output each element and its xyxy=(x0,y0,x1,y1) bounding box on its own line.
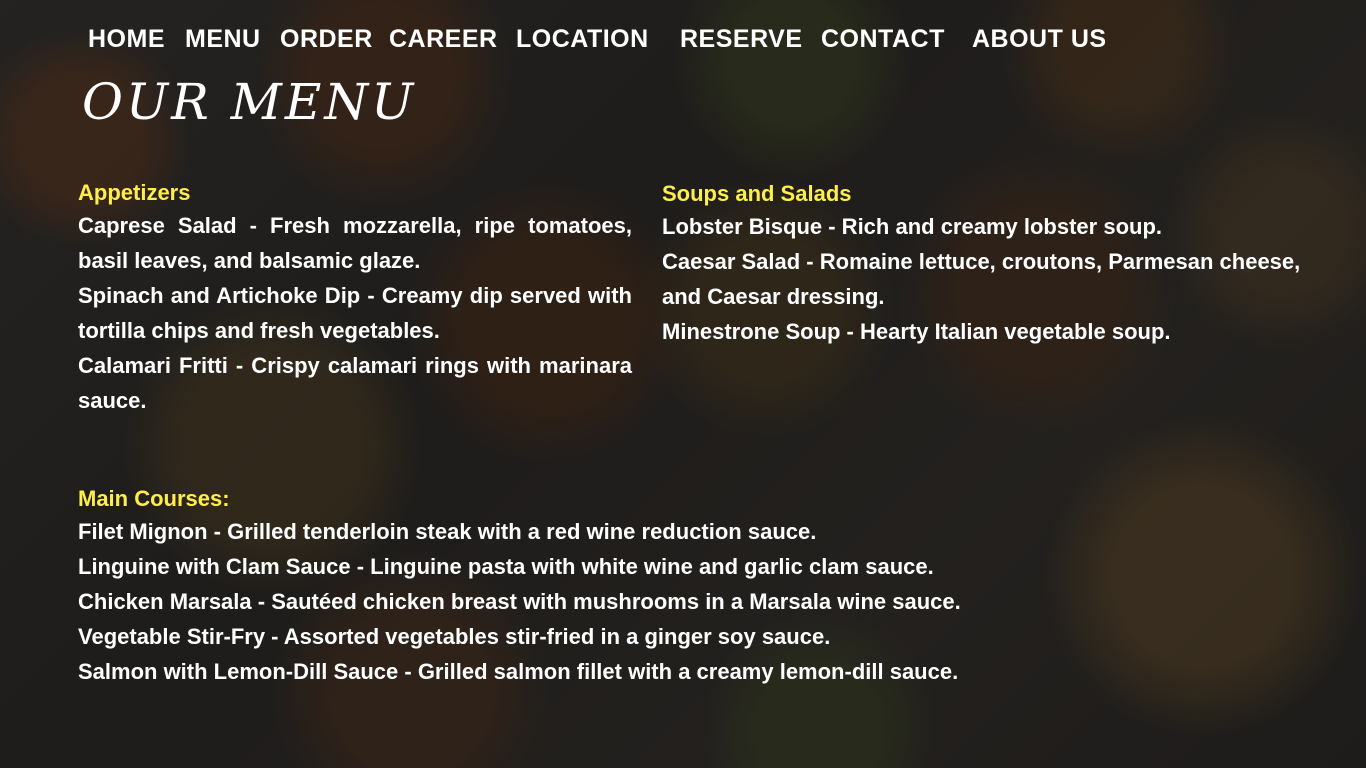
menu-item: Spinach and Artichoke Dip - Creamy dip s… xyxy=(78,283,632,343)
appetizers-section: Appetizers Caprese Salad - Fresh mozzare… xyxy=(78,178,632,418)
menu-item: Lobster Bisque - Rich and creamy lobster… xyxy=(662,214,1162,239)
page-title: OUR MENU xyxy=(82,73,417,131)
nav-about-us[interactable]: ABOUT US xyxy=(972,22,1107,56)
menu-item: Linguine with Clam Sauce - Linguine past… xyxy=(78,554,934,579)
nav-reserve[interactable]: RESERVE xyxy=(680,22,803,56)
menu-item: Minestrone Soup - Hearty Italian vegetab… xyxy=(662,319,1171,344)
soups-salads-heading: Soups and Salads xyxy=(662,181,852,206)
top-nav: HOME MENU ORDER CAREER LOCATION RESERVE … xyxy=(88,22,1128,56)
menu-item: Chicken Marsala - Sautéed chicken breast… xyxy=(78,589,961,614)
main-courses-section: Main Courses: Filet Mignon - Grilled ten… xyxy=(78,484,1178,689)
page-content: HOME MENU ORDER CAREER LOCATION RESERVE … xyxy=(0,0,1366,768)
nav-menu[interactable]: MENU xyxy=(185,22,261,56)
menu-item: Calamari Fritti - Crispy calamari rings … xyxy=(78,353,632,413)
main-courses-heading: Main Courses: xyxy=(78,486,230,511)
nav-home[interactable]: HOME xyxy=(88,22,165,56)
menu-item: Vegetable Stir-Fry - Assorted vegetables… xyxy=(78,624,831,649)
nav-order[interactable]: ORDER xyxy=(280,22,373,56)
menu-item: Caesar Salad - Romaine lettuce, croutons… xyxy=(662,249,1301,309)
menu-item: Caprese Salad - Fresh mozzarella, ripe t… xyxy=(78,213,632,273)
menu-item: Salmon with Lemon-Dill Sauce - Grilled s… xyxy=(78,659,959,684)
nav-career[interactable]: CAREER xyxy=(389,22,498,56)
menu-item: Filet Mignon - Grilled tenderloin steak … xyxy=(78,519,817,544)
appetizers-heading: Appetizers xyxy=(78,180,191,205)
soups-salads-section: Soups and Salads Lobster Bisque - Rich a… xyxy=(662,179,1332,349)
nav-contact[interactable]: CONTACT xyxy=(821,22,945,56)
nav-location[interactable]: LOCATION xyxy=(516,22,649,56)
